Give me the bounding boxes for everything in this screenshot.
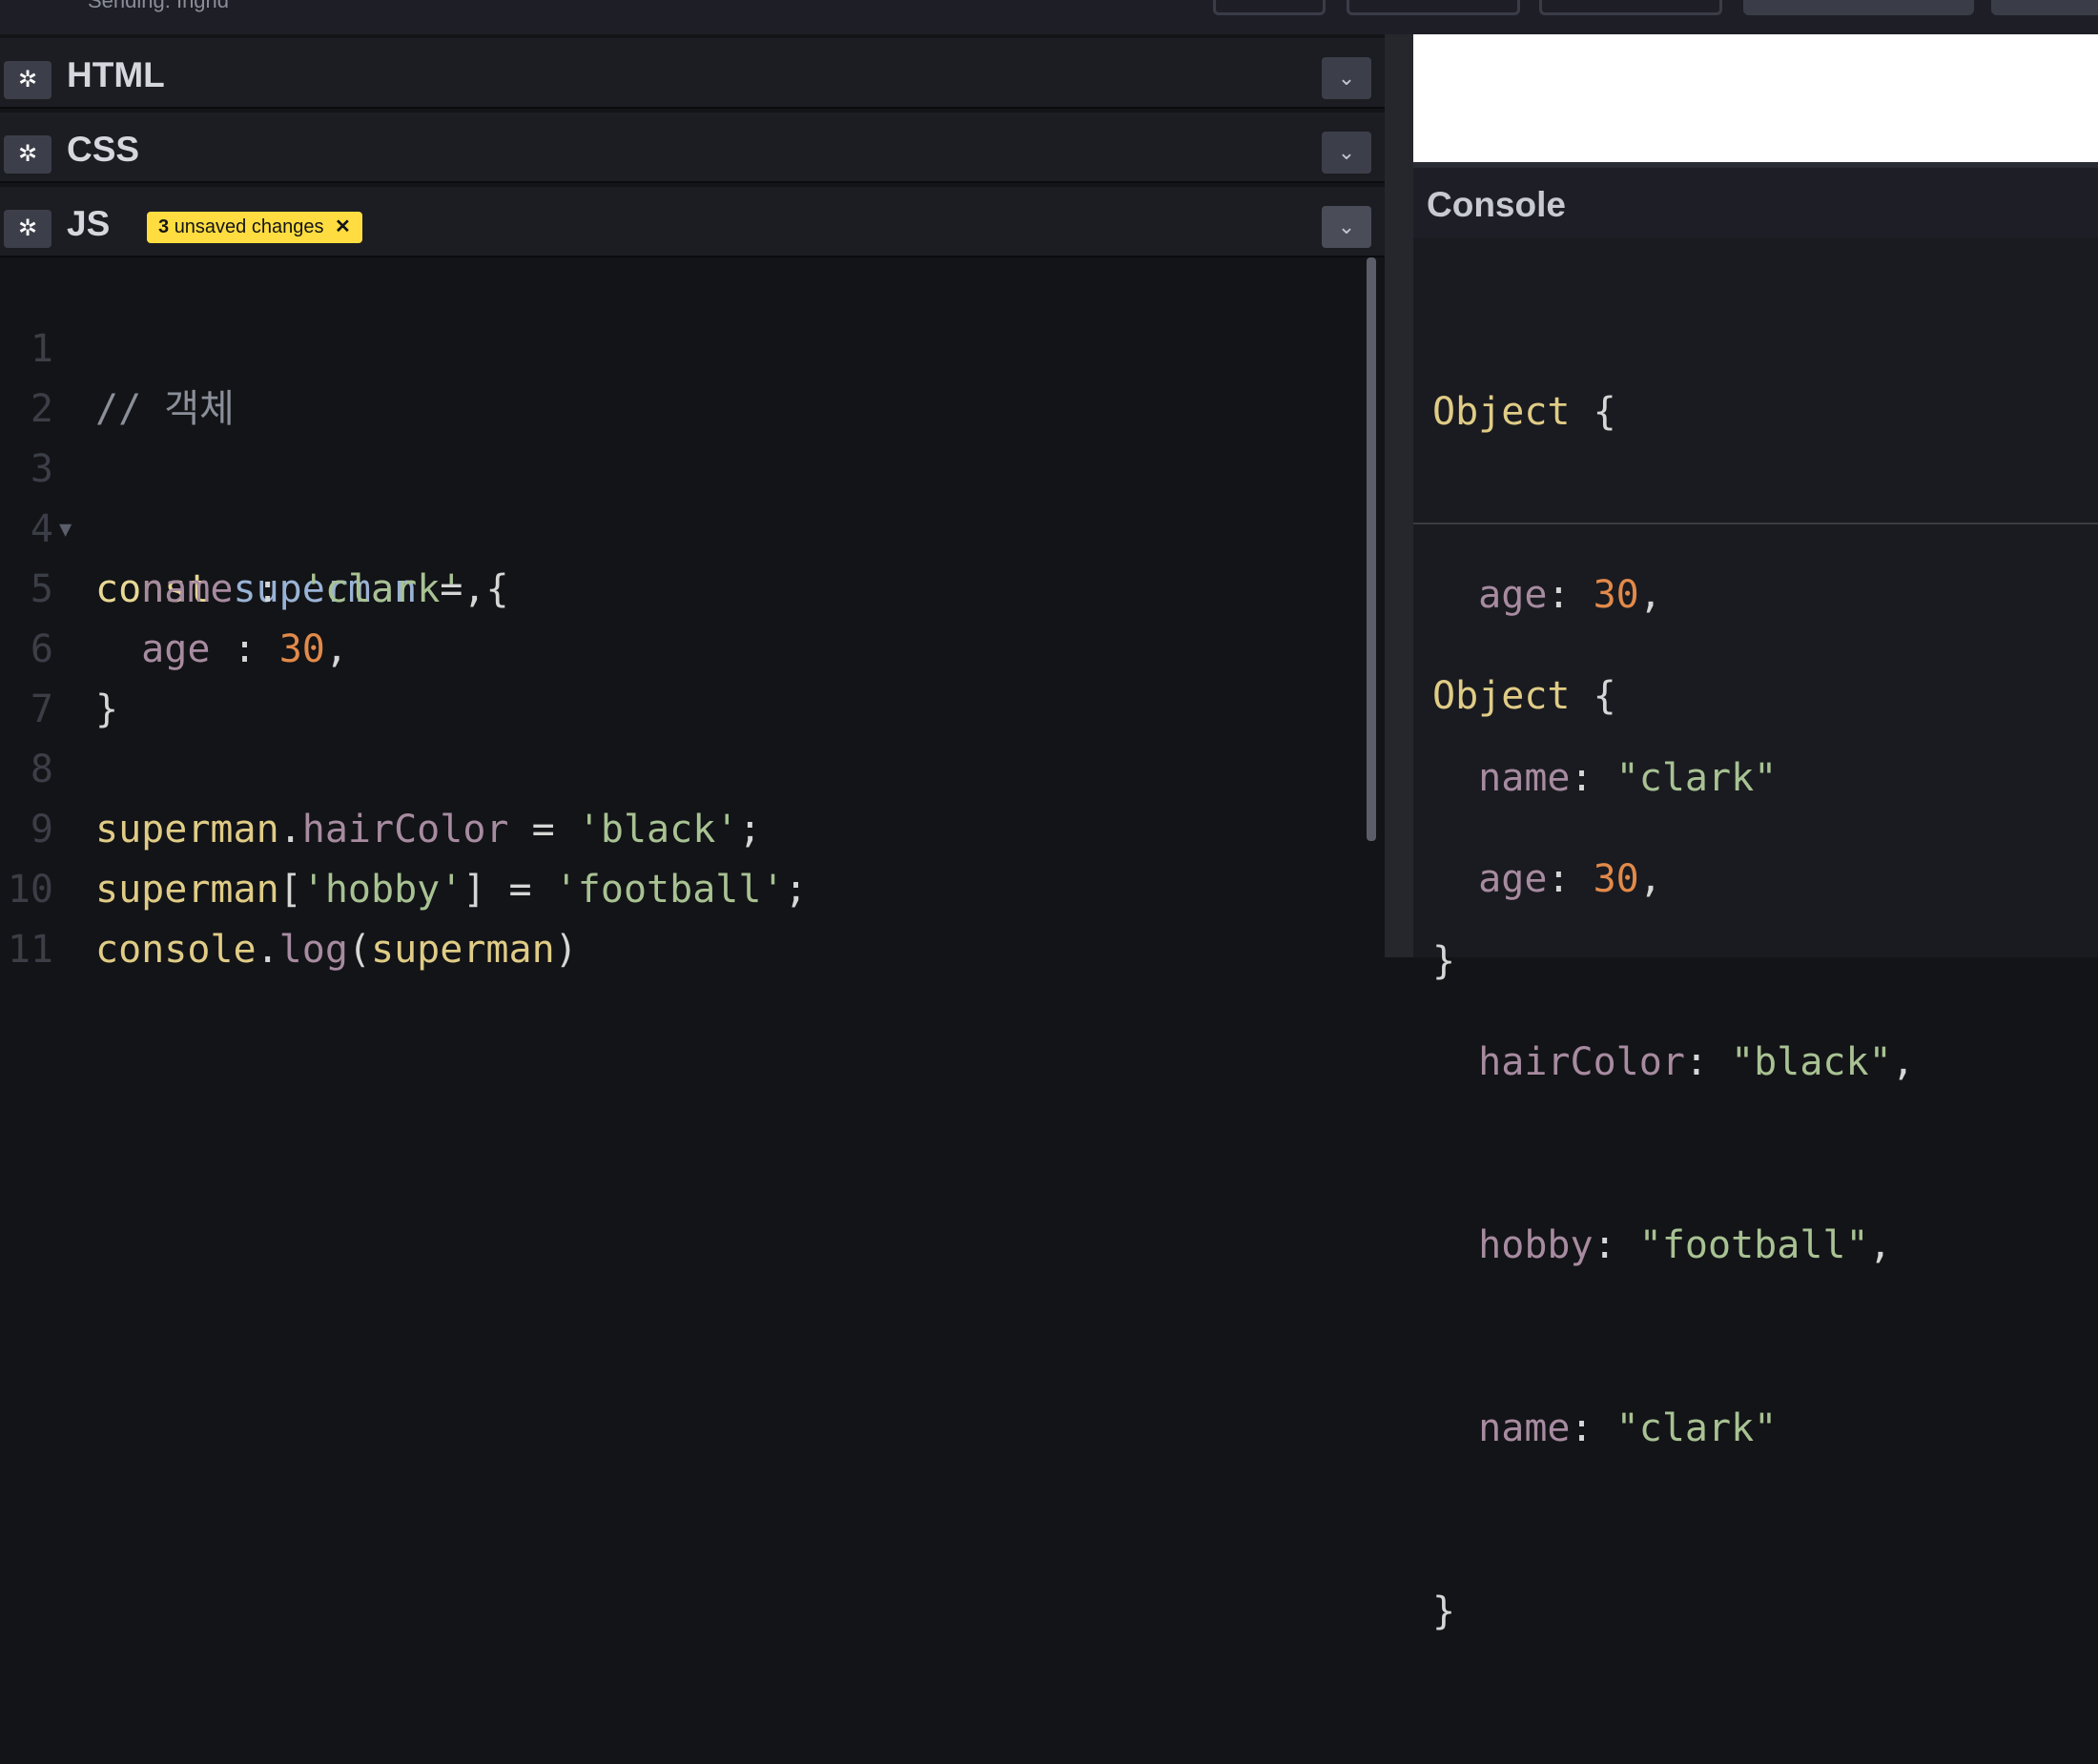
code-line: 5 age : 30, xyxy=(0,500,1364,671)
log-brace: { xyxy=(1593,390,1616,434)
log-key: name xyxy=(1478,1406,1571,1450)
code-paren: ( xyxy=(347,928,372,972)
editor-scrollbar[interactable] xyxy=(1367,257,1376,841)
log-brace: } xyxy=(1432,1590,1456,1633)
html-panel-title: HTML xyxy=(67,55,165,94)
js-panel-title: JS xyxy=(67,204,111,243)
console-header: Console xyxy=(1413,168,2098,238)
log-comma: , xyxy=(1868,1223,1892,1267)
log-key: hairColor xyxy=(1478,1040,1685,1084)
code-line: 3 ▼ const superman = { xyxy=(0,379,1364,611)
code-paren: ) xyxy=(554,928,578,972)
code-dot: . xyxy=(256,928,279,972)
code-line: 4 name : 'clark', xyxy=(0,440,1364,611)
code-object: console xyxy=(95,928,257,972)
html-panel-header[interactable]: ✲ HTML ⌄ xyxy=(0,38,1385,109)
log-value: "clark" xyxy=(1615,1406,1778,1450)
line-number: 11 xyxy=(7,928,53,972)
toolbar-button-1[interactable] xyxy=(1213,0,1326,15)
log-comma: , xyxy=(1891,1040,1915,1084)
chevron-down-icon[interactable]: ⌄ xyxy=(1322,132,1371,174)
toolbar-button-2[interactable] xyxy=(1347,0,1520,15)
code-line: 1 // 객체 xyxy=(0,259,1364,431)
chevron-down-icon[interactable]: ⌄ xyxy=(1322,57,1371,99)
code-line: 2 xyxy=(0,319,1364,431)
log-value: 30 xyxy=(1593,857,1639,901)
toolbar-button-4[interactable] xyxy=(1743,0,1974,15)
log-key: hobby xyxy=(1478,1223,1594,1267)
badge-text: unsaved changes xyxy=(174,216,324,237)
chevron-down-icon[interactable]: ⌄ xyxy=(1322,206,1371,248)
close-icon[interactable]: ✕ xyxy=(335,216,351,237)
console-log-entry[interactable]: Object { age: 30, hairColor: "black", ho… xyxy=(1432,544,2090,1764)
log-object-label: Object xyxy=(1432,390,1571,434)
code-line: 9 superman['hobby'] = 'football'; xyxy=(0,740,1364,912)
unsaved-changes-badge[interactable]: 3 unsaved changes ✕ xyxy=(147,212,362,243)
badge-count: 3 xyxy=(158,216,170,237)
code-line: 10 console.log(superman) xyxy=(0,800,1364,972)
toolbar-button-5[interactable] xyxy=(1991,0,2098,15)
toolbar-button-3[interactable] xyxy=(1539,0,1722,15)
gear-icon[interactable]: ✲ xyxy=(4,210,51,248)
console-divider xyxy=(1413,523,2098,524)
code-argument: superman xyxy=(371,928,555,972)
log-key: age xyxy=(1478,857,1548,901)
log-value: "football" xyxy=(1638,1223,1869,1267)
log-comma: , xyxy=(1638,857,1662,901)
code-line: 6 } xyxy=(0,560,1364,731)
top-toolbar: Sending: Ingrid xyxy=(0,0,2098,34)
log-object-label: Object xyxy=(1432,674,1571,718)
pen-subtitle: Sending: Ingrid xyxy=(88,0,229,12)
gear-icon[interactable]: ✲ xyxy=(4,135,51,174)
code-method: log xyxy=(278,928,348,972)
console-output: Object { age: 30, name: "clark" } Object… xyxy=(1413,238,2098,1633)
code-line: 11 xyxy=(0,860,1364,972)
code-line: 8 superman.hairColor = 'black'; xyxy=(0,680,1364,851)
log-brace: { xyxy=(1593,674,1616,718)
console-title: Console xyxy=(1427,185,1566,224)
css-panel-header[interactable]: ✲ CSS ⌄ xyxy=(0,113,1385,183)
css-panel-title: CSS xyxy=(67,130,140,169)
result-preview[interactable] xyxy=(1413,34,2098,162)
log-value: "black" xyxy=(1731,1040,1892,1084)
code-line: 7 xyxy=(0,620,1364,731)
js-code-editor[interactable]: 1 // 객체 2 3 ▼ const superman = { 4 name … xyxy=(0,259,1373,972)
gear-icon[interactable]: ✲ xyxy=(4,61,51,99)
pane-splitter[interactable] xyxy=(1385,34,1413,957)
